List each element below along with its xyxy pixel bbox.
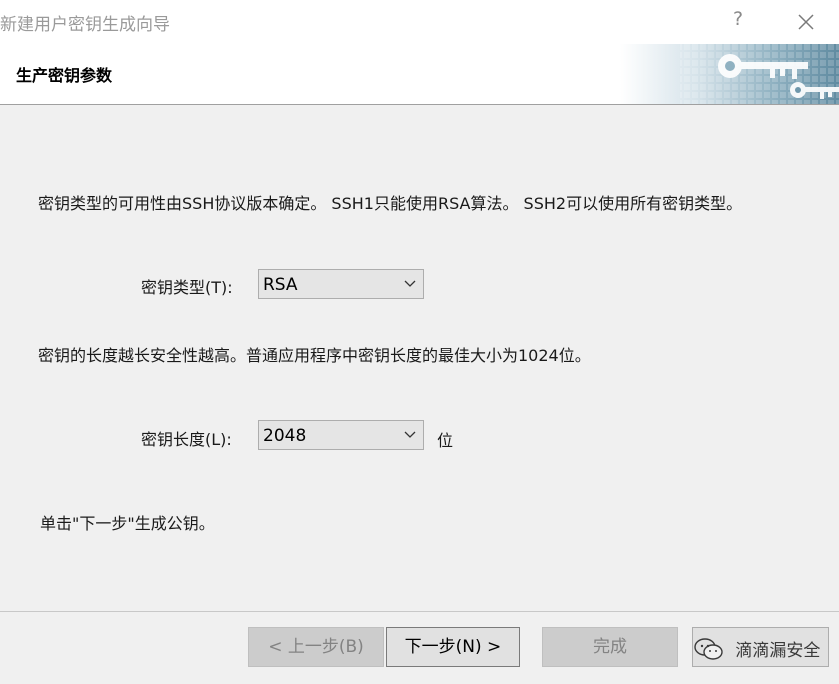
- instruction-text: 单击"下一步"生成公钥。: [40, 514, 215, 533]
- back-button[interactable]: < 上一步(B): [248, 627, 384, 667]
- key-length-value: 2048: [263, 426, 307, 446]
- chevron-down-icon: [404, 431, 416, 438]
- key-length-unit: 位: [437, 431, 454, 450]
- finish-button[interactable]: 完成: [542, 627, 678, 667]
- watermark: 滴滴漏安全: [694, 636, 821, 661]
- help-icon[interactable]: ?: [728, 8, 748, 34]
- key-length-select[interactable]: 2048: [258, 420, 424, 450]
- key-type-label: 密钥类型(T):: [141, 278, 233, 297]
- key-length-description: 密钥的长度越长安全性越高。普通应用程序中密钥长度的最佳大小为1024位。: [38, 346, 591, 365]
- page-heading: 生产密钥参数: [16, 66, 113, 85]
- wechat-icon: [694, 637, 723, 660]
- chevron-down-icon: [404, 280, 416, 287]
- key-length-label: 密钥长度(L):: [141, 430, 232, 449]
- window-title: 新建用户密钥生成向导: [0, 15, 170, 35]
- next-button[interactable]: 下一步(N) >: [386, 627, 520, 667]
- key-type-description: 密钥类型的可用性由SSH协议版本确定。 SSH1只能使用RSA算法。 SSH2可…: [38, 194, 743, 213]
- wizard-header: 生产密钥参数: [0, 44, 839, 105]
- key-type-value: RSA: [263, 275, 298, 295]
- title-bar: 新建用户密钥生成向导 ?: [0, 0, 839, 44]
- key-banner: [620, 44, 839, 104]
- close-icon[interactable]: [794, 10, 818, 34]
- watermark-text: 滴滴漏安全: [735, 641, 821, 661]
- footer-divider: [0, 611, 839, 612]
- key-type-select[interactable]: RSA: [258, 269, 424, 299]
